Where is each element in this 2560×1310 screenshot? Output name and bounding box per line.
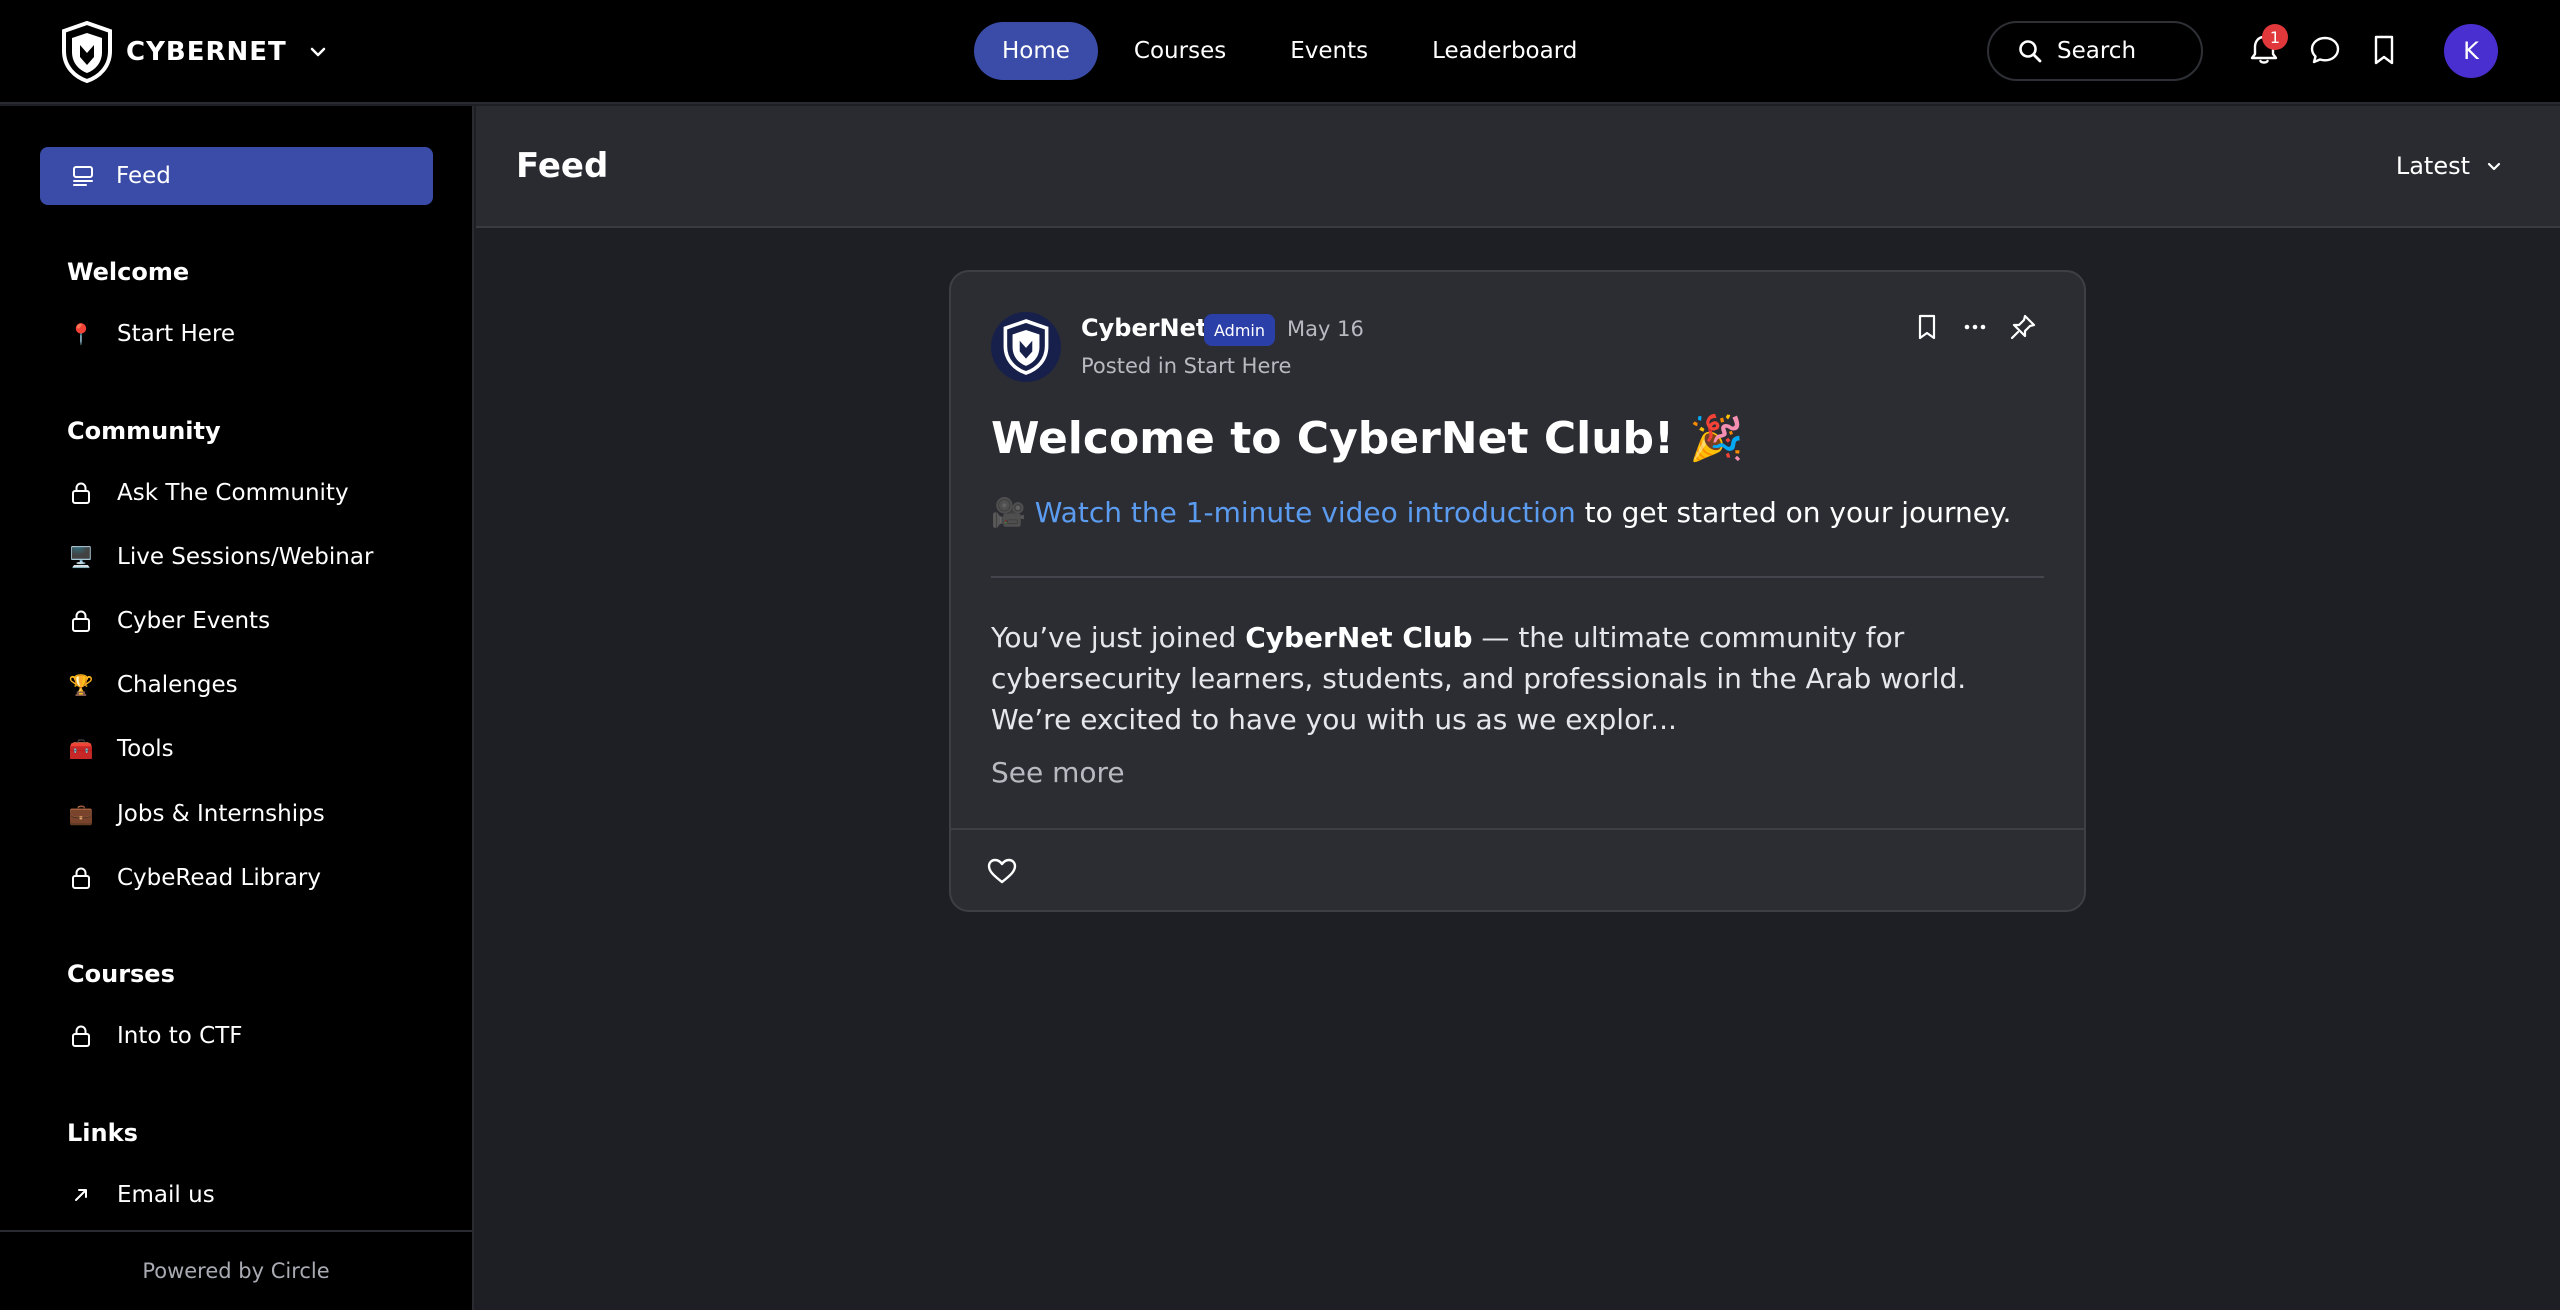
chevron-down-icon bbox=[2487, 162, 2501, 171]
main-nav: Home Courses Events Leaderboard bbox=[974, 22, 1605, 80]
sidebar-item-label: Live Sessions/Webinar bbox=[117, 544, 374, 570]
user-avatar[interactable]: K bbox=[2444, 24, 2498, 78]
brand-name: CYBERNET bbox=[126, 37, 287, 67]
post-card: CyberNet Admin May 16 Posted in Start He… bbox=[949, 270, 2086, 912]
briefcase-icon: 💼 bbox=[68, 802, 94, 826]
bookmark-icon[interactable] bbox=[2366, 32, 2402, 68]
search-button[interactable]: Search bbox=[1987, 21, 2203, 81]
sidebar-item-label: Ask The Community bbox=[117, 480, 349, 506]
sidebar-item-label: Jobs & Internships bbox=[117, 801, 325, 827]
lock-icon bbox=[67, 607, 95, 635]
arrow-up-right-icon bbox=[67, 1181, 95, 1209]
sidebar-item-label: Into to CTF bbox=[117, 1023, 243, 1049]
sort-dropdown[interactable]: Latest bbox=[2396, 152, 2504, 180]
video-camera-icon: 🎥 bbox=[991, 496, 1026, 529]
post-intro: 🎥 Watch the 1-minute video introduction … bbox=[991, 496, 2011, 529]
search-label: Search bbox=[2057, 38, 2137, 64]
sidebar-item-tools[interactable]: 🧰 Tools bbox=[67, 727, 174, 771]
heart-icon[interactable] bbox=[985, 854, 1019, 888]
sidebar-item-label: Start Here bbox=[117, 321, 236, 347]
nav-leaderboard[interactable]: Leaderboard bbox=[1404, 22, 1605, 80]
sidebar-item-cyberead-library[interactable]: CybeRead Library bbox=[67, 856, 321, 900]
nav-events[interactable]: Events bbox=[1262, 22, 1396, 80]
nav-home[interactable]: Home bbox=[974, 22, 1098, 80]
pin-icon[interactable] bbox=[2008, 312, 2038, 342]
sidebar-item-into-to-ctf[interactable]: Into to CTF bbox=[67, 1014, 243, 1058]
bookmark-icon[interactable] bbox=[1912, 312, 1942, 342]
post-date[interactable]: May 16 bbox=[1287, 317, 1364, 341]
shield-logo-icon bbox=[1003, 319, 1049, 375]
search-icon bbox=[2019, 40, 2042, 63]
post-author[interactable]: CyberNet bbox=[1081, 314, 1207, 342]
trophy-icon: 🏆 bbox=[68, 673, 94, 697]
nav-courses[interactable]: Courses bbox=[1106, 22, 1254, 80]
sidebar-item-chalenges[interactable]: 🏆 Chalenges bbox=[67, 663, 238, 707]
pin-icon: 📍 bbox=[68, 322, 94, 346]
powered-by-footer[interactable]: Powered by Circle bbox=[0, 1230, 472, 1310]
sidebar-item-cyber-events[interactable]: Cyber Events bbox=[67, 599, 270, 643]
lock-icon bbox=[67, 864, 95, 892]
sidebar-item-label: CybeRead Library bbox=[117, 865, 321, 891]
author-avatar[interactable] bbox=[991, 312, 1061, 382]
more-options-icon[interactable] bbox=[1960, 312, 1990, 342]
brand-logo[interactable]: CYBERNET bbox=[58, 20, 329, 84]
sidebar-item-label: Feed bbox=[116, 163, 171, 189]
page-title: Feed bbox=[516, 146, 609, 186]
sidebar-item-label: Cyber Events bbox=[117, 608, 271, 634]
sidebar-heading-courses: Courses bbox=[67, 960, 175, 988]
sidebar-item-feed[interactable]: Feed bbox=[40, 147, 433, 205]
sidebar-heading-links: Links bbox=[67, 1119, 138, 1147]
sidebar: Feed Welcome 📍 Start Here Community Ask … bbox=[0, 106, 474, 1310]
intro-text: to get started on your journey. bbox=[1575, 496, 2012, 529]
sidebar-item-jobs-internships[interactable]: 💼 Jobs & Internships bbox=[67, 792, 325, 836]
lock-icon bbox=[67, 1022, 95, 1050]
post-body: You’ve just joined CyberNet Club — the u… bbox=[991, 617, 2051, 740]
sidebar-item-label: Email us bbox=[117, 1182, 215, 1208]
body-text: You’ve just joined bbox=[991, 621, 1246, 654]
sidebar-item-live-sessions[interactable]: 🖥️ Live Sessions/Webinar bbox=[67, 535, 374, 579]
video-intro-link[interactable]: Watch the 1-minute video introduction bbox=[1035, 496, 1576, 529]
body-text: We’re excited to have you with us as we … bbox=[991, 703, 1677, 736]
body-bold-text: CyberNet Club bbox=[1245, 621, 1473, 654]
sort-label: Latest bbox=[2395, 152, 2470, 180]
sidebar-item-label: Chalenges bbox=[117, 672, 238, 698]
chat-bubble-icon[interactable] bbox=[2307, 32, 2343, 68]
sidebar-heading-welcome: Welcome bbox=[67, 258, 190, 286]
chevron-down-icon[interactable] bbox=[307, 41, 329, 63]
toolbox-icon: 🧰 bbox=[68, 737, 94, 761]
notification-count-badge: 1 bbox=[2262, 24, 2288, 50]
sidebar-item-email-us[interactable]: Email us bbox=[67, 1173, 215, 1217]
sidebar-item-ask-the-community[interactable]: Ask The Community bbox=[67, 471, 349, 515]
post-footer bbox=[951, 828, 2084, 910]
sidebar-item-start-here[interactable]: 📍 Start Here bbox=[67, 312, 236, 356]
shield-logo-icon bbox=[62, 21, 112, 83]
posted-in-space[interactable]: Posted in Start Here bbox=[1081, 354, 1291, 378]
feed-icon bbox=[73, 166, 93, 186]
divider bbox=[991, 576, 2044, 578]
sidebar-heading-community: Community bbox=[67, 417, 221, 445]
monitor-icon: 🖥️ bbox=[68, 545, 94, 569]
sidebar-item-label: Tools bbox=[117, 736, 174, 762]
post-actions bbox=[1912, 312, 2038, 342]
top-bar: CYBERNET Home Courses Events Leaderboard… bbox=[0, 0, 2560, 104]
see-more-link[interactable]: See more bbox=[991, 756, 1125, 789]
lock-icon bbox=[67, 479, 95, 507]
post-title[interactable]: Welcome to CyberNet Club! 🎉 bbox=[991, 412, 1744, 464]
admin-badge: Admin bbox=[1204, 314, 1275, 346]
feed-header: Feed Latest bbox=[476, 106, 2560, 228]
